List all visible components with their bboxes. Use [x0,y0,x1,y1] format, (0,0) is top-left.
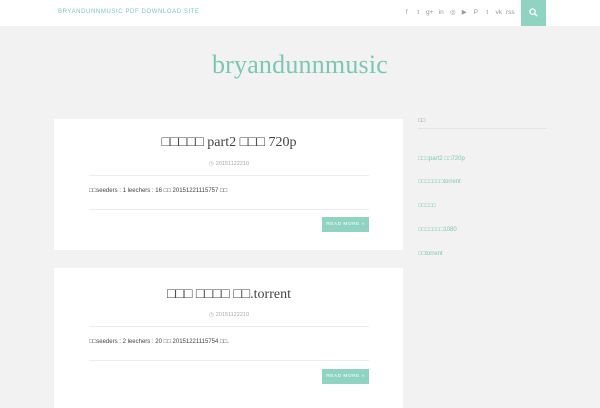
facebook-icon[interactable]: f [401,7,413,19]
instagram-icon[interactable]: ◎ [447,7,459,19]
post-date: ◷ 20151122210 [208,161,250,167]
post-divider [89,326,369,327]
post-excerpt: □□seeders : 1 leechers : 16 □□ 201512211… [89,188,228,194]
sidebar-link[interactable]: □□□□□□□1080 [418,227,457,233]
youtube-icon[interactable]: ▶ [459,7,471,19]
sidebar-link[interactable]: □□□□□ [418,203,436,209]
social-links: f t g+ in ◎ ▶ P t vk rss [401,7,516,19]
rss-icon[interactable]: rss [505,7,517,19]
read-more-button[interactable]: READ MORE » [322,217,369,232]
search-button[interactable] [521,0,546,26]
sidebar-link[interactable]: □□torrent [418,251,443,257]
read-more-button[interactable]: READ MORE » [322,369,369,384]
top-bar: BRYANDUNNMUSIC PDF DOWNLOAD SITE f t g+ … [0,0,600,26]
post-divider [89,360,369,361]
post-card: □□□□□ part2 □□□ 720p ◷ 20151122210 □□seed… [54,119,403,250]
clock-icon: ◷ [208,161,214,167]
site-link[interactable]: BRYANDUNNMUSIC PDF DOWNLOAD SITE [58,9,200,15]
twitter-icon[interactable]: t [413,7,425,19]
google-plus-icon[interactable]: g+ [424,7,436,19]
tumblr-icon[interactable]: t [482,7,494,19]
post-title[interactable]: □□□□□ part2 □□□ 720p [89,135,369,151]
post-divider [89,209,369,210]
post-excerpt: □□seeders : 2 leechers : 20 □□ 201512211… [89,339,229,345]
widget-title: □□ [418,118,426,124]
clock-icon: ◷ [208,312,214,318]
post-divider [89,175,369,176]
widget-divider [418,128,546,129]
post-card: □□□ □□□□ □□.torrent ◷ 20151122210 □□seede… [54,268,403,408]
post-date: ◷ 20151122210 [208,312,250,318]
sidebar-link[interactable]: □□□□□□□torrent [418,179,461,185]
linkedin-icon[interactable]: in [436,7,448,19]
pinterest-icon[interactable]: P [470,7,482,19]
site-title[interactable]: bryandunnmusic [0,50,600,80]
post-title[interactable]: □□□ □□□□ □□.torrent [89,287,369,303]
search-icon [529,8,538,17]
sidebar-link[interactable]: □□□part2 □□720p [418,156,465,162]
vk-icon[interactable]: vk [493,7,505,19]
